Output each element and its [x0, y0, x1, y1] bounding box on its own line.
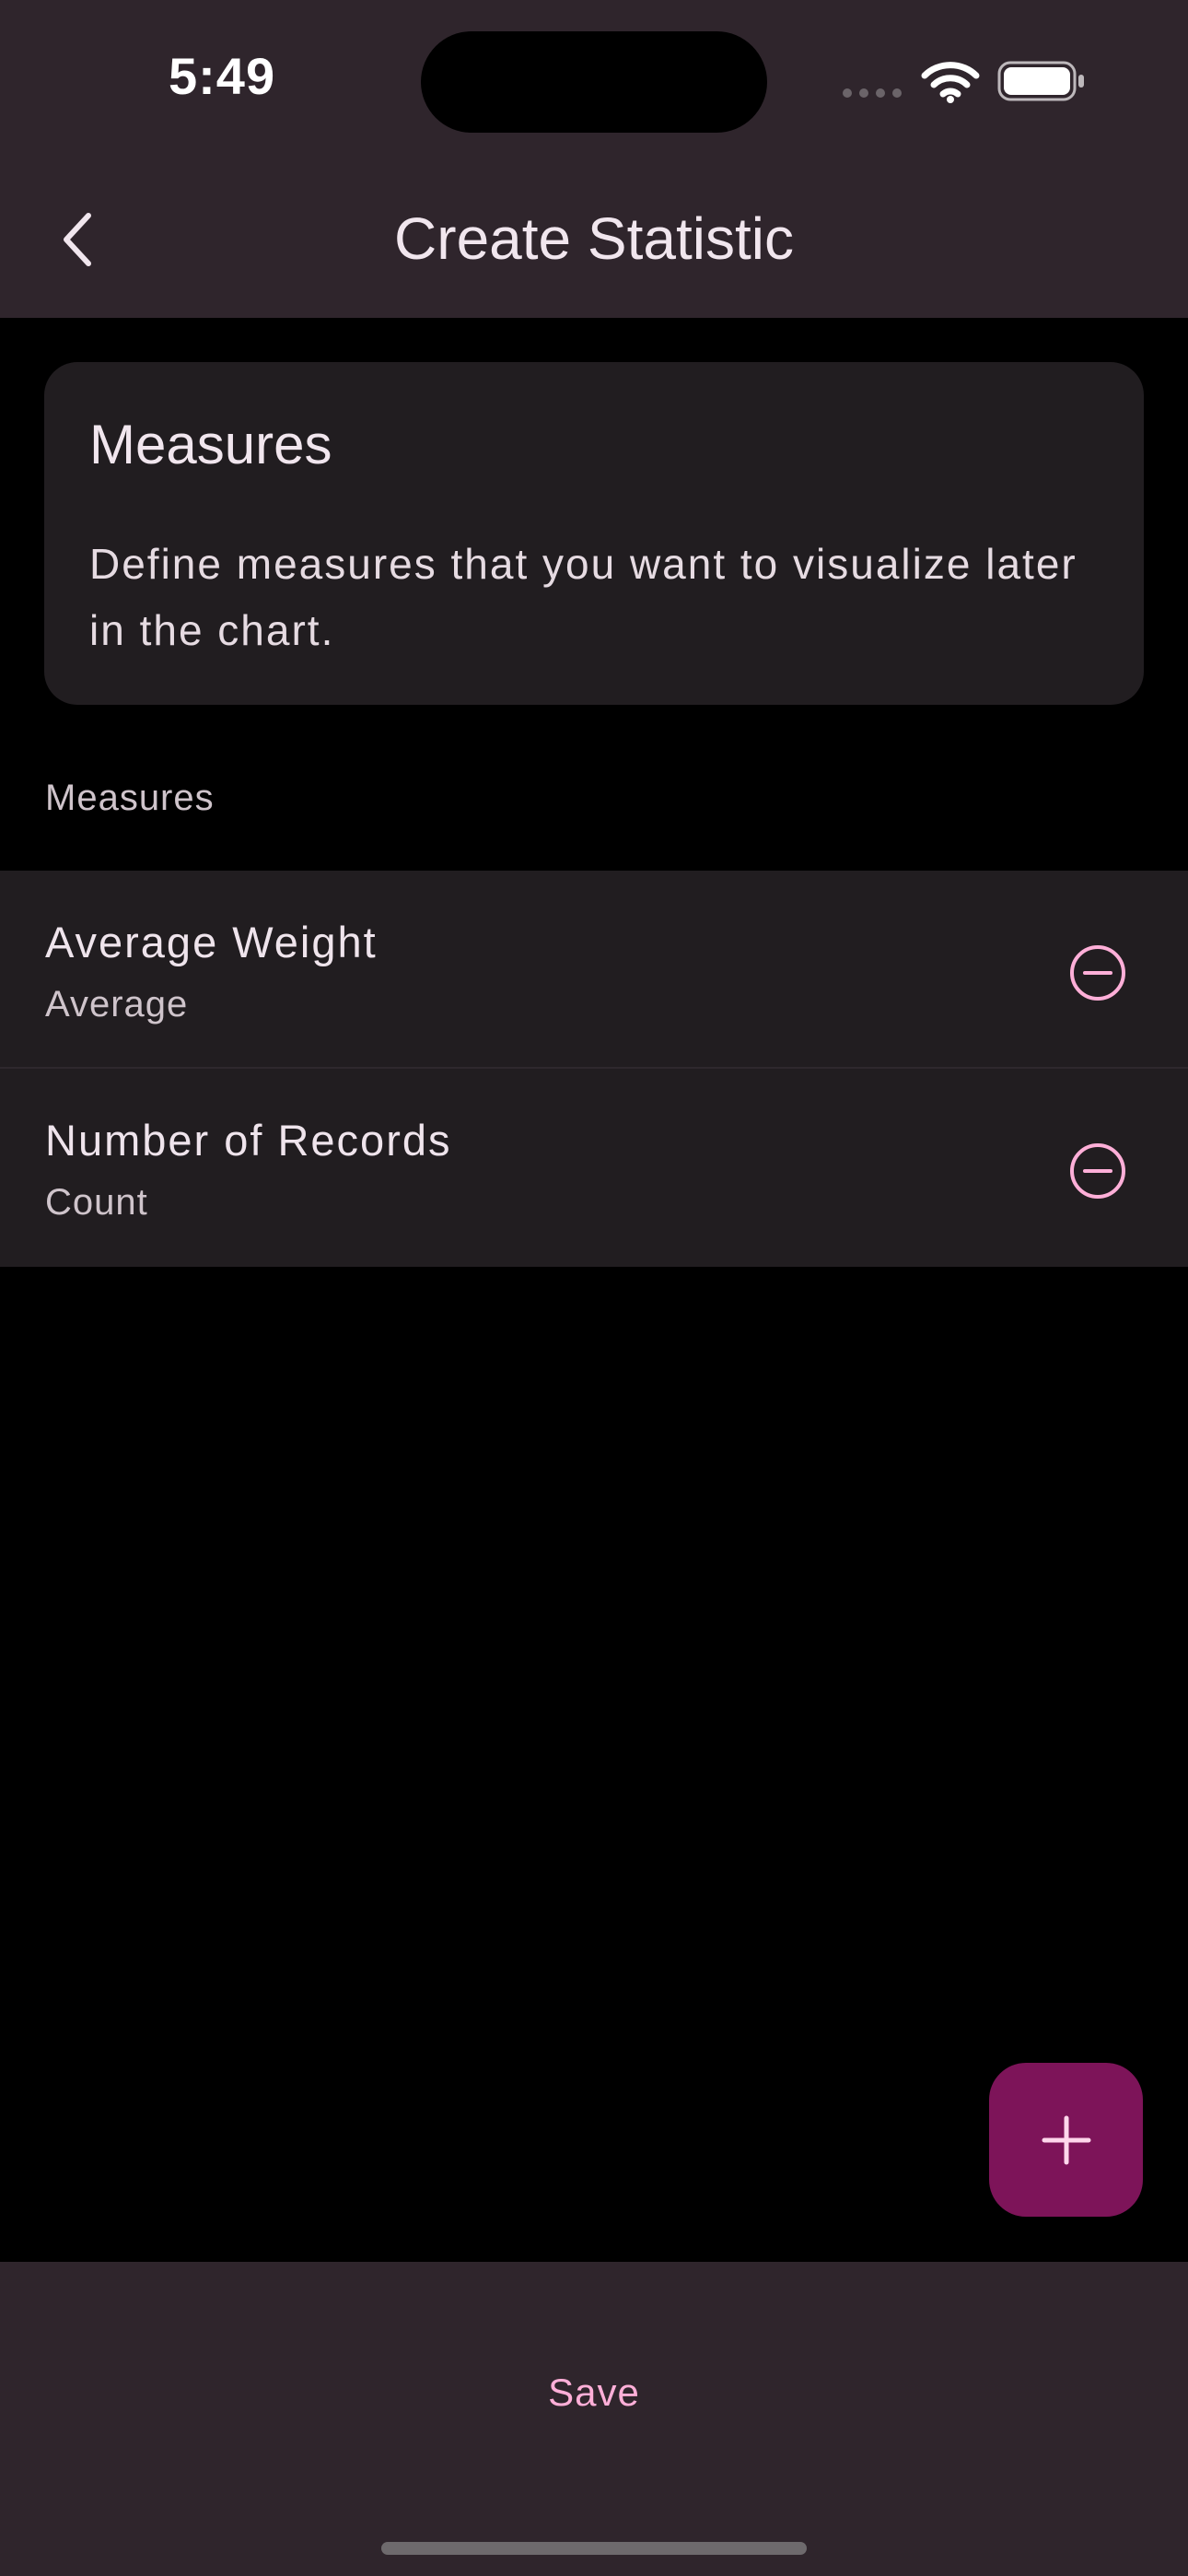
bottom-bar: Save	[0, 2262, 1188, 2576]
list-item[interactable]: Number of Records Count	[0, 1069, 1188, 1267]
list-item[interactable]: Average Weight Average	[0, 871, 1188, 1069]
top-bar: 5:49 Create Statistic	[0, 0, 1188, 318]
plus-icon	[1042, 2115, 1090, 2164]
measure-title: Average Weight	[45, 918, 378, 966]
info-card-description: Define measures that you want to visuali…	[89, 540, 1077, 654]
wifi-icon	[921, 62, 980, 103]
screen-title: Create Statistic	[394, 205, 794, 272]
measure-subtitle: Average	[45, 984, 189, 1025]
measure-title: Number of Records	[45, 1116, 452, 1165]
minus-circle-icon	[1070, 1143, 1125, 1199]
battery-icon	[997, 61, 1084, 101]
status-time: 5:49	[169, 47, 276, 105]
add-measure-button[interactable]	[989, 2063, 1143, 2217]
minus-circle-icon	[1070, 945, 1125, 1001]
measures-list: Average Weight Average Number of Records…	[0, 871, 1188, 1267]
remove-measure-button[interactable]	[1061, 1134, 1135, 1208]
measure-subtitle: Count	[45, 1182, 148, 1223]
info-card: Measures Define measures that you want t…	[44, 362, 1144, 705]
signal-icon	[843, 88, 902, 98]
info-card-title: Measures	[89, 414, 332, 475]
app-screen: 5:49 Create Statistic Measures Define me…	[0, 0, 1188, 2576]
home-indicator[interactable]	[381, 2542, 807, 2555]
remove-measure-button[interactable]	[1061, 936, 1135, 1010]
section-header: Measures	[45, 778, 215, 818]
save-button[interactable]: Save	[456, 2347, 732, 2439]
dynamic-island	[421, 31, 767, 133]
